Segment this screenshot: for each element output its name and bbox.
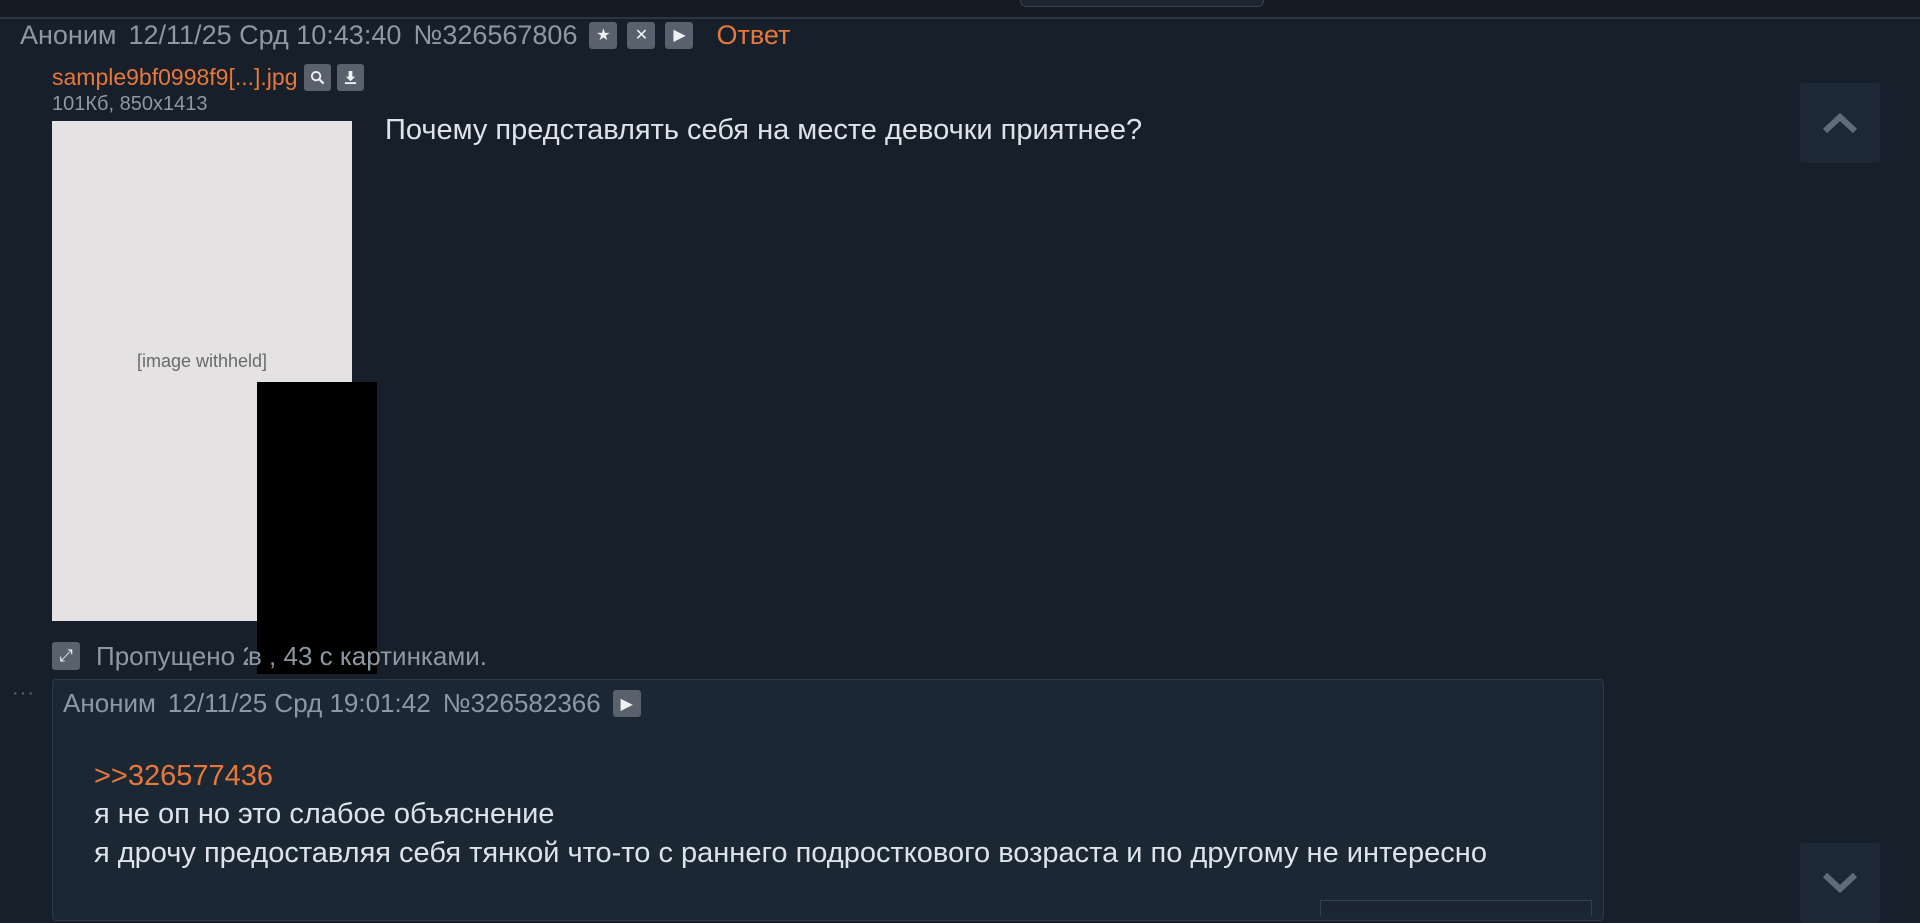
chevron-up-icon <box>1822 112 1858 134</box>
star-icon[interactable]: ★ <box>589 21 618 49</box>
file-name-link[interactable]: sample9bf0998f9[...].jpg <box>52 64 298 91</box>
omitted-text-rest[interactable]: в , 43 с картинками. <box>248 641 487 672</box>
op-post-number[interactable]: №326567806 <box>413 20 577 51</box>
close-icon[interactable]: ✕ <box>627 21 656 49</box>
reply-post-header: Аноним 12/11/25 Срд 19:01:42 №326582366 … <box>63 688 641 719</box>
scroll-up-button[interactable] <box>1800 83 1880 163</box>
op-post-header: Аноним 12/11/25 Срд 10:43:40 №326567806 … <box>20 18 790 52</box>
omitted-posts-bar: ⤢ Пропущено 2 в , 43 с картинками. <box>52 641 487 671</box>
expand-icon[interactable]: ⤢ <box>52 642 80 670</box>
reply-link[interactable]: Ответ <box>716 20 790 51</box>
reply-post-number[interactable]: №326582366 <box>443 688 601 719</box>
chevron-down-icon <box>1822 872 1858 894</box>
op-author: Аноним <box>20 19 117 50</box>
file-info: sample9bf0998f9[...].jpg <box>52 61 364 93</box>
top-bar <box>0 0 1920 19</box>
censor-block <box>257 382 377 674</box>
reply-post: Аноним 12/11/25 Срд 19:01:42 №326582366 … <box>52 679 1604 921</box>
file-meta: 101Кб, 850x1413 <box>52 93 208 115</box>
bottom-panel-edge <box>1320 900 1592 916</box>
play-icon[interactable]: ▶ <box>612 690 641 717</box>
download-icon[interactable] <box>336 63 364 91</box>
search-icon[interactable] <box>303 63 331 91</box>
omitted-text[interactable]: Пропущено 2 <box>96 641 248 672</box>
more-options-icon[interactable]: ··· <box>12 682 35 705</box>
reply-author: Аноним <box>63 688 156 718</box>
reply-text-line: я дрочу предоставляя себя тянкой что-то … <box>94 837 1487 869</box>
image-placeholder: [image withheld] <box>136 351 268 371</box>
op-date: 12/11/25 Срд 10:43:40 <box>128 19 402 50</box>
top-bar-tab[interactable] <box>1020 0 1264 7</box>
scroll-down-button[interactable] <box>1800 843 1880 923</box>
play-icon[interactable]: ▶ <box>665 21 694 49</box>
op-post-text: Почему представлять себя на месте девочк… <box>385 114 1143 146</box>
reply-text-line: я не оп но это слабое объяснение <box>94 798 555 830</box>
reply-date: 12/11/25 Срд 19:01:42 <box>167 688 431 718</box>
quote-link[interactable]: >>326577436 <box>94 760 273 793</box>
